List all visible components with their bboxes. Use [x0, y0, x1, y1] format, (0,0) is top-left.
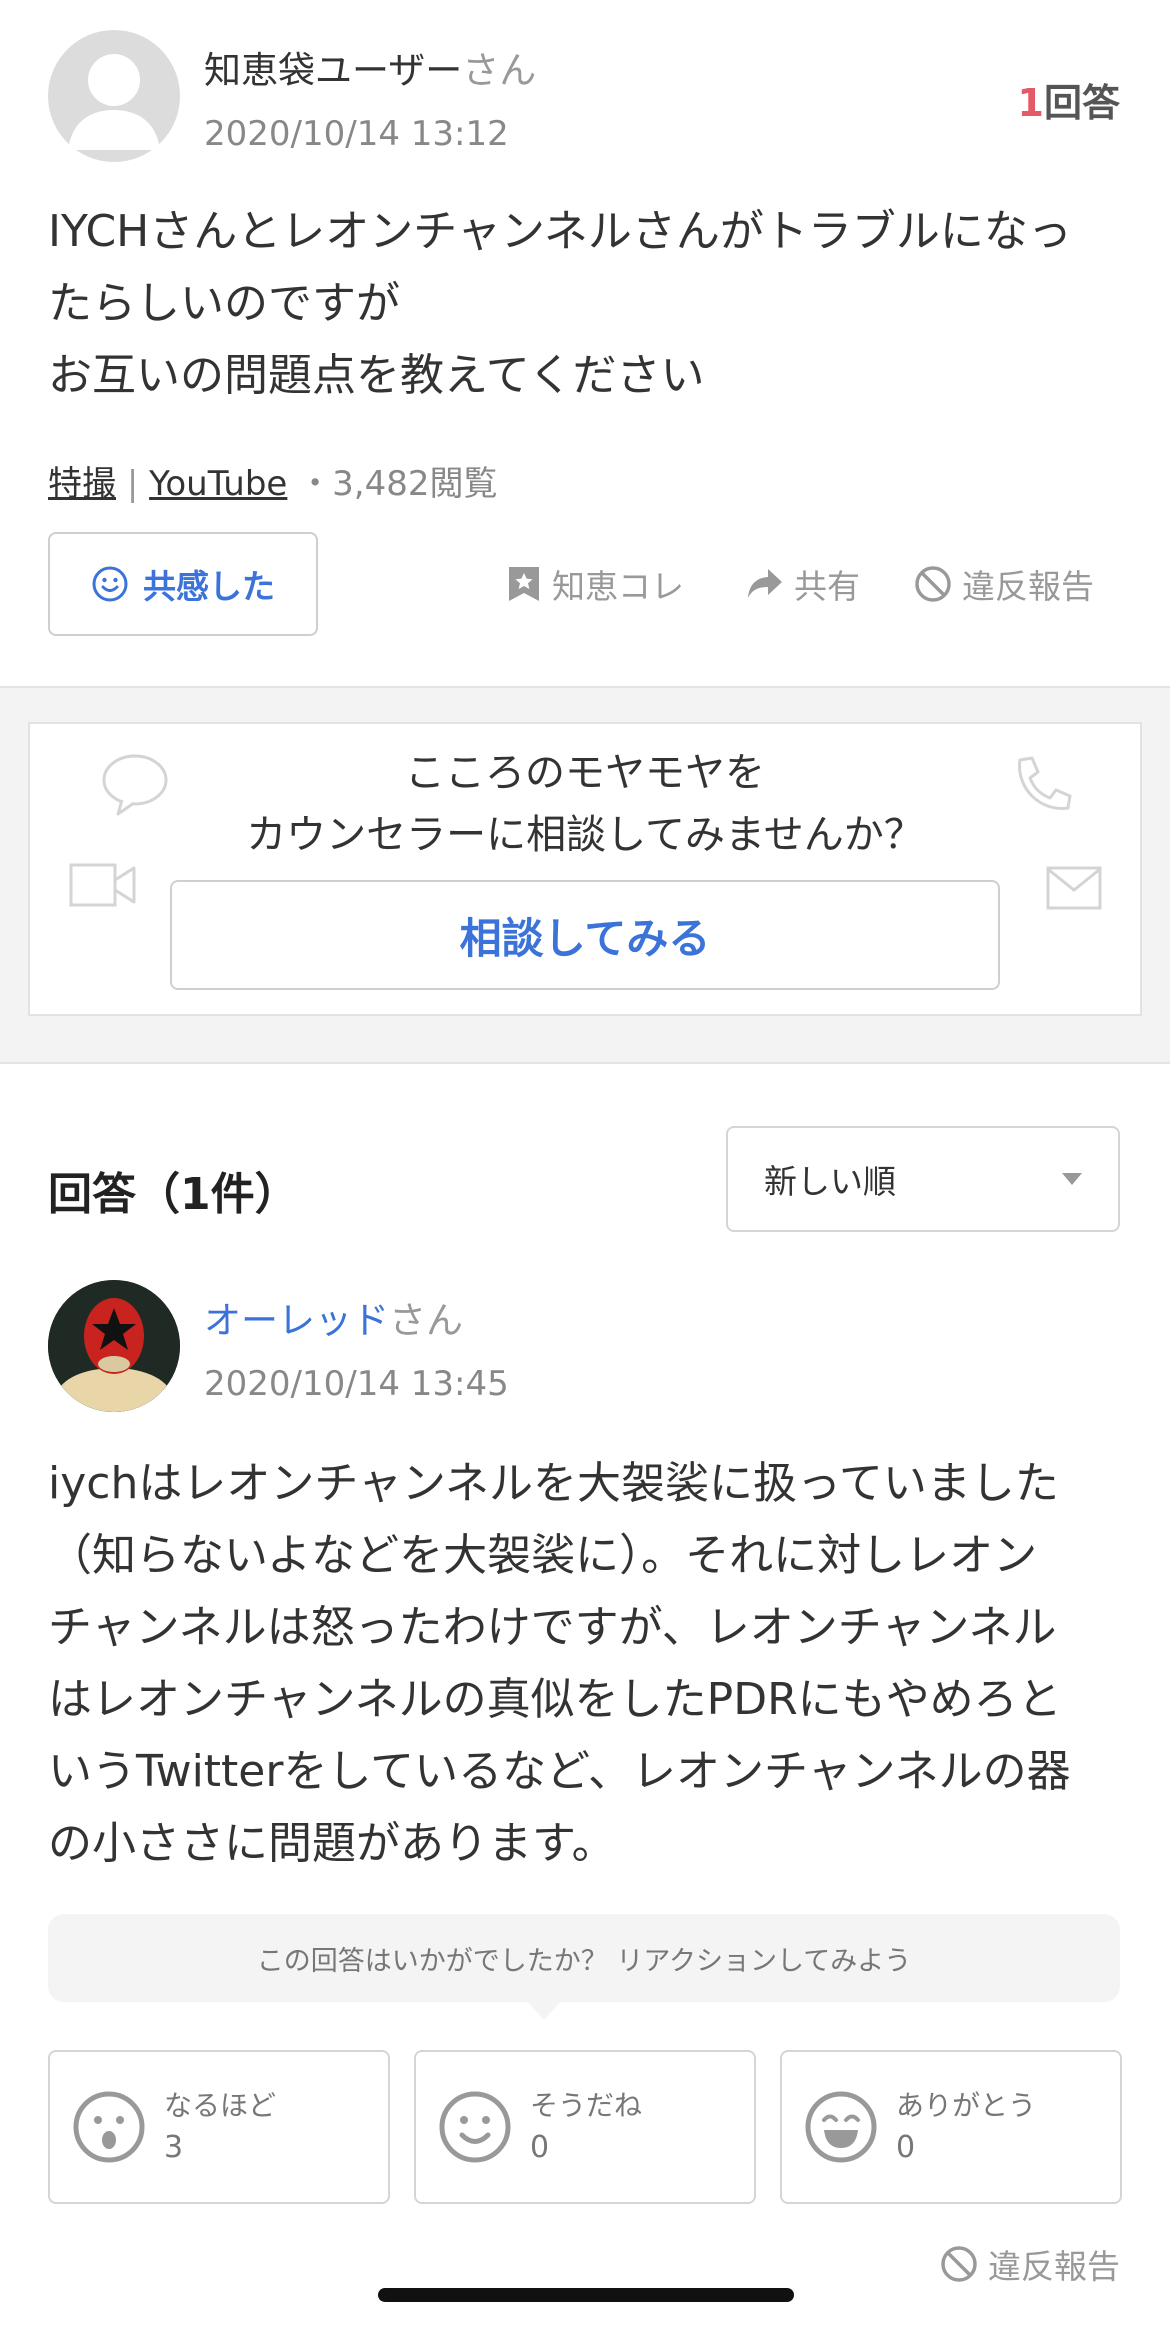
share-button[interactable]: 共有 [746, 560, 860, 608]
save-button[interactable]: 知恵コレ [506, 560, 684, 608]
counsel-line-1: こころのモヤモヤを [405, 750, 765, 796]
category-separator: | [126, 464, 139, 504]
answer-body: iychはレオンチャンネルを大袈裟に扱っていました （知らないよなどを大袈裟に）… [48, 1448, 1138, 1880]
report-label: 違反報告 [962, 567, 1094, 606]
question-body: IYCHさんとレオンチャンネルさんがトラブルになっ たらしいのですが お互いの問… [48, 196, 1118, 412]
answerer-avatar[interactable] [48, 1280, 180, 1412]
mail-icon [1046, 866, 1102, 910]
sort-selected-value: 新しい順 [764, 1162, 896, 1201]
question-meta: 特撮 | YouTube ・3,482閲覧 [48, 456, 498, 505]
consult-button-label: 相談してみる [459, 913, 711, 963]
reaction-prompt-tail [526, 2000, 562, 2020]
surprised-face-icon [73, 2091, 145, 2163]
answer-line: いうTwitterをしているなど、レオンチャンネルの器 [48, 1746, 1071, 1797]
answerer-name-text: オーレッド [204, 1299, 389, 1342]
share-label: 共有 [794, 567, 860, 606]
reaction-arigatou-button[interactable]: ありがとう 0 [780, 2050, 1122, 2204]
share-arrow-icon [748, 569, 782, 598]
counsel-line-2: カウンセラーに相談してみませんか？ [246, 812, 924, 858]
answer-report-button[interactable]: 違反報告 [940, 2240, 1120, 2288]
chevron-down-icon [1062, 1173, 1082, 1185]
prohibited-icon [915, 566, 951, 602]
answer-date: 2020/10/14 13:45 [204, 1364, 509, 1404]
video-camera-icon [69, 863, 136, 907]
grin-face-icon [805, 2091, 877, 2163]
answer-count-label: 回答 [1043, 81, 1120, 125]
reaction-label: ありがとう [896, 2089, 1037, 2122]
default-user-icon [68, 54, 160, 150]
reaction-count: 0 [530, 2130, 550, 2165]
answer-line: はレオンチャンネルの真似をしたPDRにもやめろと [48, 1674, 1062, 1725]
answer-line: （知らないよなどを大袈裟に）。それに対しレオン [48, 1530, 1038, 1581]
question-date: 2020/10/14 13:12 [204, 114, 509, 154]
question-line: たらしいのですが [48, 278, 400, 329]
prohibited-icon [941, 2246, 977, 2282]
answer-report-label: 違反報告 [988, 2247, 1120, 2286]
home-indicator[interactable] [378, 2288, 794, 2302]
answerer-name[interactable]: オーレッドさん [204, 1290, 463, 1344]
questioner-name-text: 知恵袋ユーザー [204, 49, 463, 92]
reaction-count: 0 [896, 2130, 916, 2165]
answer-count-number: 1 [1017, 81, 1044, 125]
answer-count[interactable]: 1回答 [1018, 72, 1120, 127]
smile-face-icon [439, 2091, 511, 2163]
question-line: IYCHさんとレオンチャンネルさんがトラブルになっ [48, 206, 1072, 257]
question-line: お互いの問題点を教えてください [48, 350, 705, 401]
consult-button[interactable]: 相談してみる [170, 880, 1000, 990]
bookmark-star-icon [509, 567, 539, 601]
view-count: ・3,482閲覧 [298, 464, 498, 504]
reaction-soudane-button[interactable]: そうだね 0 [414, 2050, 756, 2204]
category-link-youtube[interactable]: YouTube [149, 464, 287, 504]
answer-line: iychはレオンチャンネルを大袈裟に扱っていました [48, 1458, 1059, 1509]
masked-hero-avatar-image [48, 1280, 180, 1412]
reaction-label: そうだね [530, 2089, 643, 2122]
answers-heading: 回答（1件） [48, 1169, 299, 1220]
answerer-name-suffix: さん [389, 1299, 463, 1342]
smile-icon [92, 566, 128, 602]
reaction-prompt: この回答はいかがでしたか？ リアクションしてみよう [48, 1914, 1120, 2002]
sort-order-select[interactable]: 新しい順 [726, 1126, 1120, 1232]
counsel-message: こころのモヤモヤを カウンセラーに相談してみませんか？ [0, 742, 1170, 866]
questioner-name: 知恵袋ユーザーさん [204, 40, 536, 94]
report-button[interactable]: 違反報告 [914, 560, 1094, 608]
reaction-prompt-text: この回答はいかがでしたか？ リアクションしてみよう [256, 1945, 912, 1977]
reaction-naruhodo-button[interactable]: なるほど 3 [48, 2050, 390, 2204]
answer-line: チャンネルは怒ったわけですが、レオンチャンネル [48, 1602, 1057, 1653]
empathy-label: 共感した [143, 567, 275, 606]
questioner-name-suffix: さん [462, 49, 537, 92]
category-link-tokusatsu[interactable]: 特撮 [48, 464, 116, 504]
empathy-button[interactable]: 共感した [48, 532, 318, 636]
questioner-avatar[interactable] [48, 30, 180, 162]
reaction-label: なるほど [164, 2089, 277, 2122]
reaction-count: 3 [164, 2130, 184, 2165]
save-label: 知恵コレ [552, 567, 684, 606]
answer-line: の小ささに問題があります。 [48, 1818, 616, 1869]
